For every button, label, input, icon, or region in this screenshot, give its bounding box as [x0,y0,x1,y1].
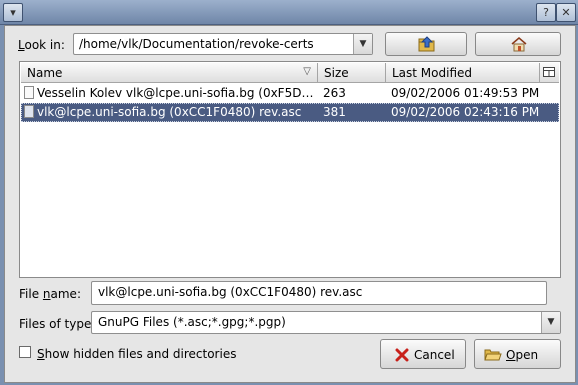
title-bar[interactable]: ▾ ? ✕ [0,0,578,25]
file-dialog-window: ▾ ? ✕ Look in: /home/vlk/Documentation/r… [0,0,578,385]
file-row[interactable]: Vesselin Kolev vlk@lcpe.uni-sofia.bg (0x… [21,84,559,103]
column-size-label: Size [324,66,349,80]
document-icon [24,86,34,99]
file-type-value: GnuPG Files (*.asc;*.gpg;*.pgp) [98,315,286,329]
file-name-input[interactable] [98,285,538,299]
window-menu-icon[interactable]: ▾ [3,3,23,22]
open-button[interactable]: Open [474,339,561,369]
file-name-cell: Vesselin Kolev vlk@lcpe.uni-sofia.bg (0x… [37,86,314,100]
look-in-combo[interactable]: /home/vlk/Documentation/revoke-certs ▼ [73,33,373,55]
dialog-body: Look in: /home/vlk/Documentation/revoke-… [4,25,576,383]
close-icon[interactable]: ✕ [556,3,576,22]
show-hidden-checkbox[interactable] [19,346,31,358]
column-header-size[interactable]: Size [318,63,386,83]
look-in-path: /home/vlk/Documentation/revoke-certs [79,37,314,51]
look-in-label: Look in: [18,38,65,52]
column-name-label: Name [27,66,63,80]
file-type-label: Files of type: [19,317,96,331]
column-header-name[interactable]: Name ▽ [21,63,318,83]
cancel-button[interactable]: Cancel [380,339,466,369]
file-type-select[interactable]: GnuPG Files (*.asc;*.gpg;*.pgp) ▼ [91,311,561,334]
column-picker-button[interactable] [540,63,559,83]
column-picker-icon [543,67,555,77]
file-modified-cell: 09/02/2006 01:49:53 PM [391,86,540,100]
help-icon[interactable]: ? [536,3,556,22]
file-list[interactable]: Name ▽ Size Last Modified Vesselin Kolev… [19,61,561,278]
chevron-down-icon[interactable]: ▼ [353,34,372,54]
show-hidden-label[interactable]: Show hidden files and directories [37,347,236,361]
cancel-label: Cancel [414,348,455,362]
home-icon [511,37,527,52]
file-name-field[interactable] [91,281,547,305]
open-folder-icon [484,349,502,361]
file-name-cell: vlk@lcpe.uni-sofia.bg (0xCC1F0480) rev.a… [37,105,302,119]
file-size-cell: 263 [323,86,346,100]
file-row-selected[interactable]: vlk@lcpe.uni-sofia.bg (0xCC1F0480) rev.a… [21,103,559,122]
column-modified-label: Last Modified [392,66,473,80]
home-button[interactable] [475,32,561,56]
folder-up-icon [418,36,435,52]
file-modified-cell: 09/02/2006 02:43:16 PM [391,105,540,119]
chevron-down-icon[interactable]: ▼ [541,312,560,333]
file-size-cell: 381 [323,105,346,119]
folder-up-button[interactable] [385,32,467,56]
file-name-label: File name: [19,287,81,301]
column-header-modified[interactable]: Last Modified [386,63,540,83]
open-label: Open [506,348,539,362]
sort-indicator-icon: ▽ [303,66,311,77]
document-icon [24,105,34,118]
cancel-icon [395,348,409,362]
